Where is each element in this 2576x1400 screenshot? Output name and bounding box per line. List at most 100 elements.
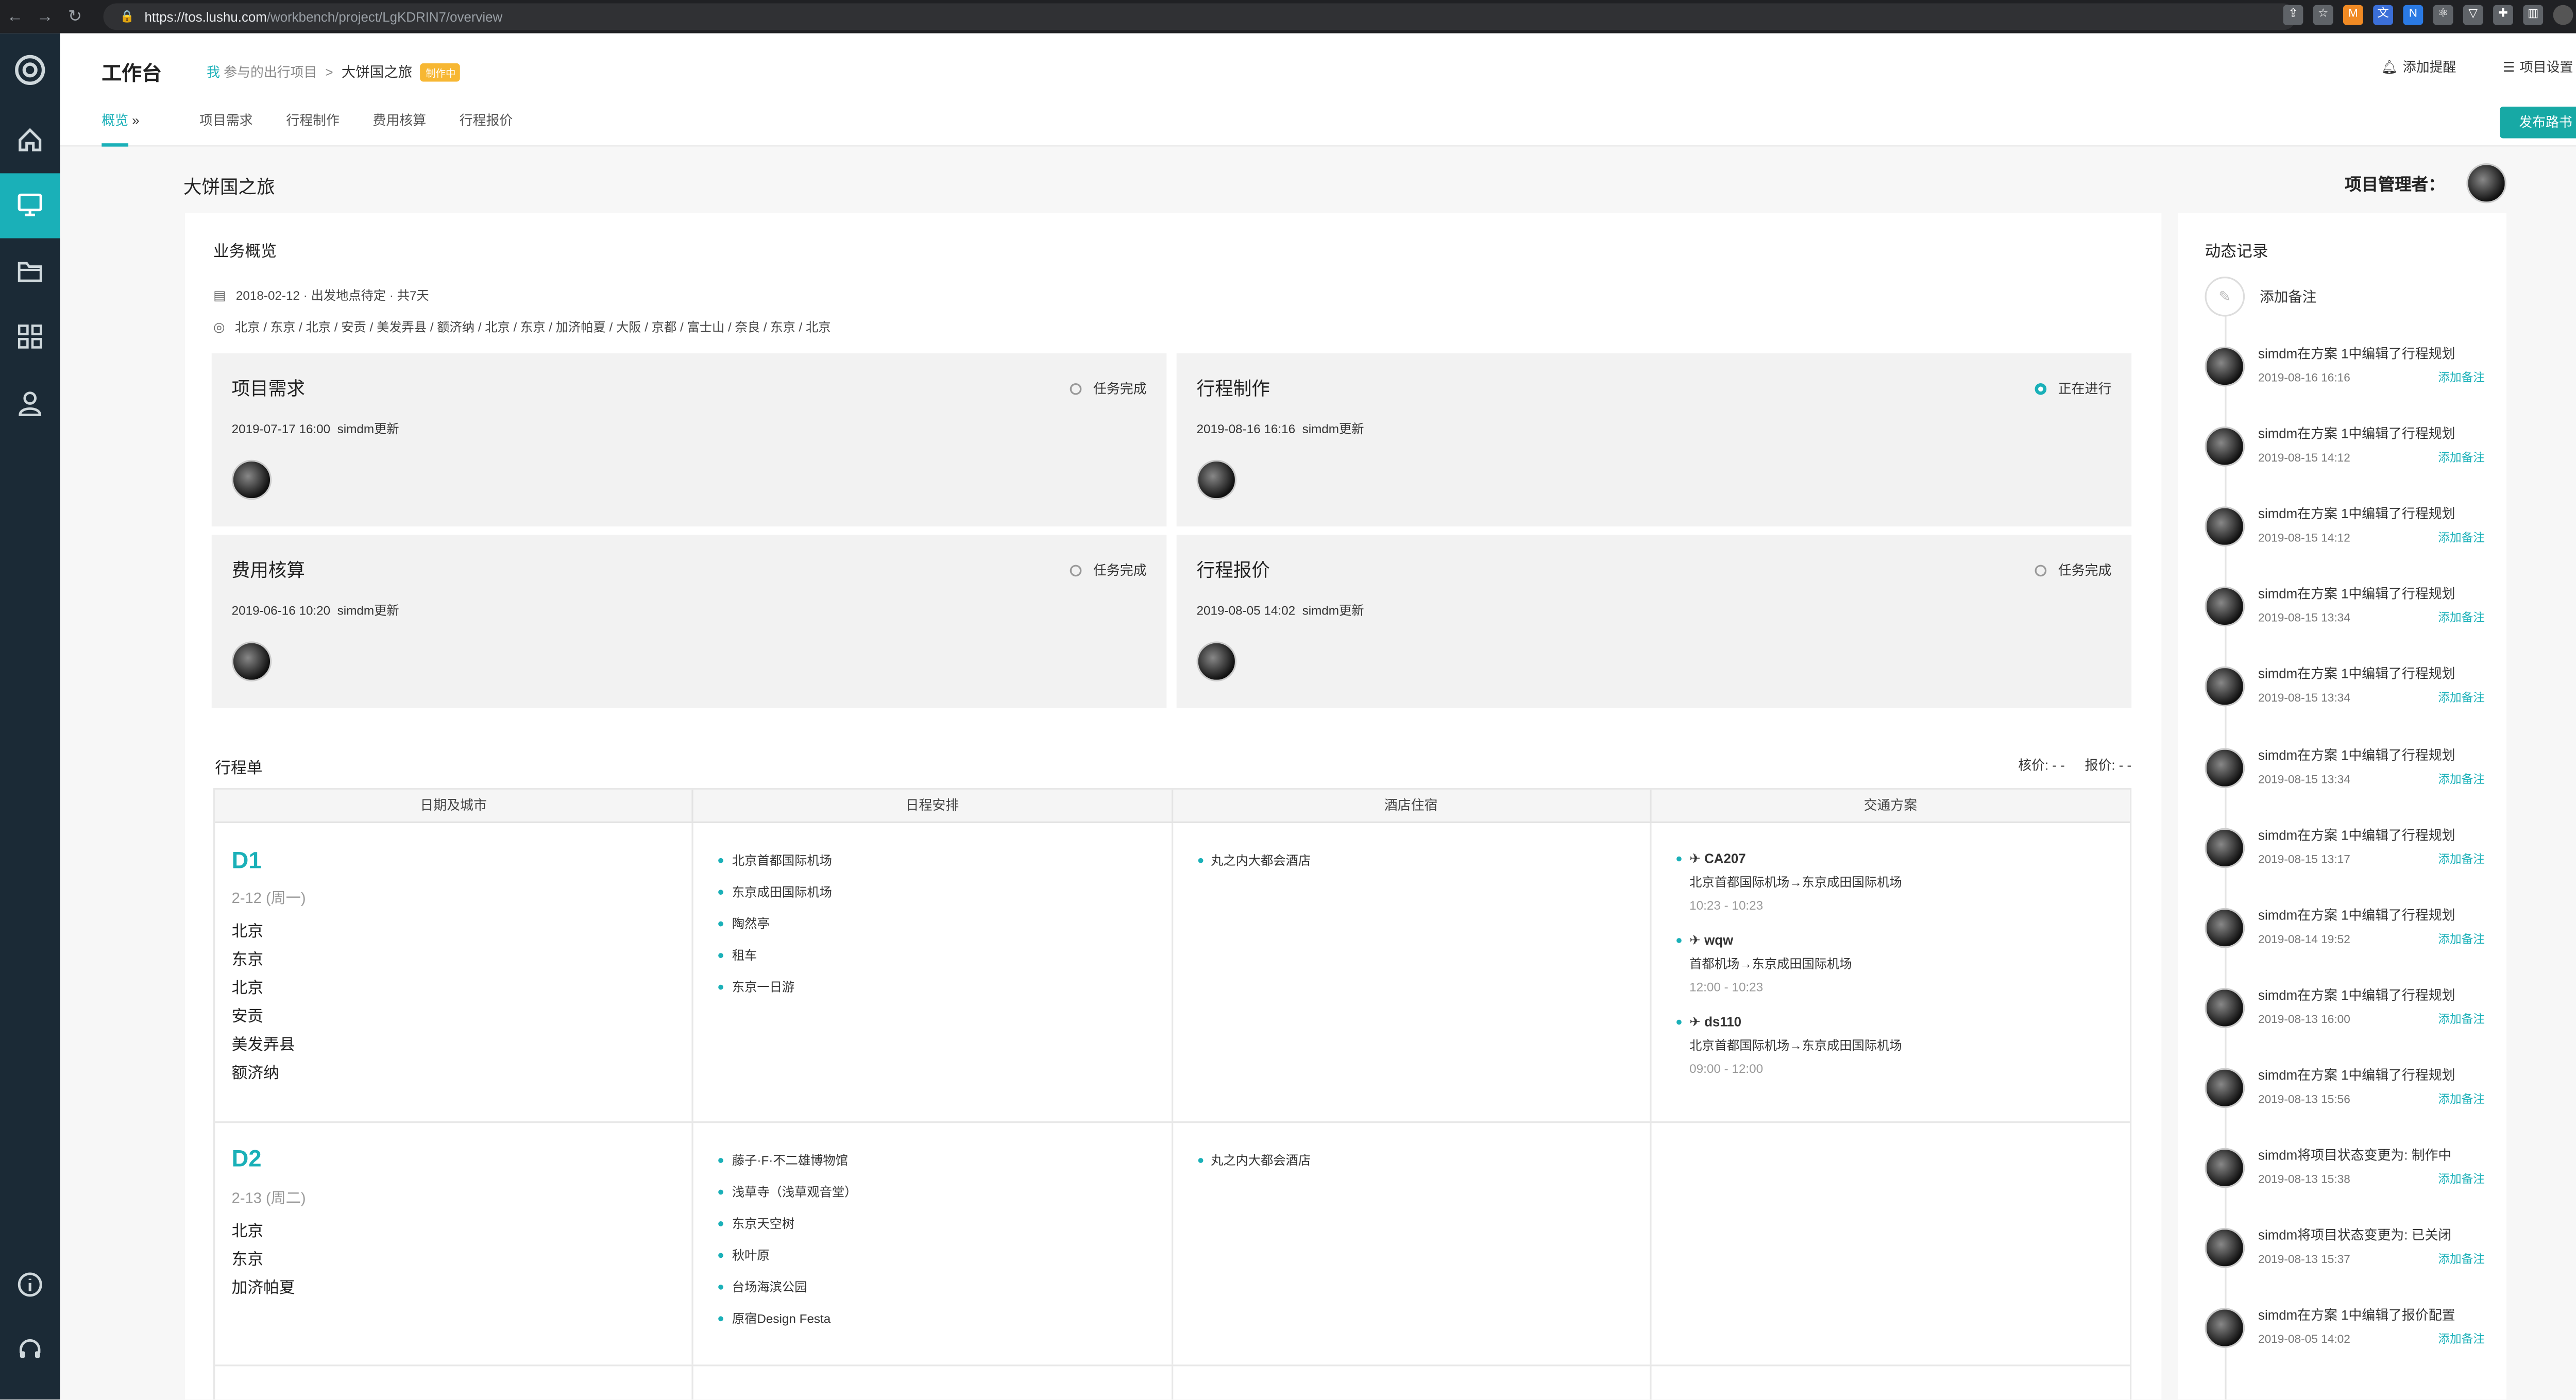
user-icon[interactable] bbox=[0, 370, 60, 436]
transport-item[interactable]: ✈ wqw 首都机场→东京成田国际机场 12:00 - 10:23 bbox=[1676, 933, 1852, 995]
add-note-link[interactable]: 添加备注 bbox=[2438, 931, 2485, 947]
add-note-link[interactable]: 添加备注 bbox=[2438, 771, 2485, 787]
sidepanel-icon[interactable]: ▥ bbox=[2523, 5, 2544, 25]
date-meta: ▤ 2018-02-12 · 出发地点待定 · 共7天 bbox=[213, 286, 429, 305]
transport-item[interactable]: ✈ ds110 北京首都国际机场→东京成田国际机场 09:00 - 12:00 bbox=[1676, 1015, 1902, 1077]
folder-icon[interactable] bbox=[0, 238, 60, 304]
add-note-link[interactable]: 添加备注 bbox=[2438, 690, 2485, 707]
list-item[interactable]: 丸之内大都会酒店 bbox=[1197, 851, 1311, 870]
tab-cost-accounting[interactable]: 费用核算 bbox=[373, 112, 427, 147]
list-item[interactable]: 丸之内大都会酒店 bbox=[1197, 1151, 1311, 1170]
flight-code: wqw bbox=[1704, 933, 1734, 948]
transport-item[interactable]: ✈ CA207 北京首都国际机场→东京成田国际机场 10:23 - 10:23 bbox=[1676, 851, 1902, 913]
transport-route: 北京首都国际机场→东京成田国际机场 bbox=[1689, 1038, 1902, 1053]
day-label: D1 bbox=[231, 846, 262, 873]
list-item[interactable]: 北京首都国际机场 bbox=[719, 851, 832, 870]
profile-icon[interactable] bbox=[2553, 5, 2573, 25]
table-row: D1 2-12 (周一) 北京 东京 北京 安贡 美发弄县 额济纳 北京首都国际… bbox=[215, 823, 2130, 1123]
list-item[interactable]: 藤子·F·不二雄博物馆 bbox=[719, 1151, 848, 1170]
extension-icon[interactable]: N bbox=[2403, 5, 2424, 25]
card-cost-accounting[interactable]: 费用核算 任务完成 2019-06-16 10:20 simdm更新 bbox=[211, 535, 1167, 708]
publish-button[interactable]: 发布路书 bbox=[2500, 107, 2576, 139]
activity-item: simdm在方案 1中编辑了行程规划 2019-08-15 14:12 添加备注 bbox=[2205, 425, 2495, 485]
add-note-link[interactable]: 添加备注 bbox=[2438, 1331, 2485, 1348]
card-title: 行程制作 bbox=[1196, 380, 1270, 400]
home-icon[interactable] bbox=[0, 107, 60, 173]
card-requirements[interactable]: 项目需求 任务完成 2019-07-17 16:00 simdm更新 bbox=[211, 353, 1167, 527]
headset-icon[interactable] bbox=[0, 1333, 60, 1367]
list-item[interactable]: 秋叶原 bbox=[719, 1247, 770, 1265]
transport-time: 10:23 - 10:23 bbox=[1689, 898, 1764, 913]
card-updated: 2019-06-16 10:20 simdm更新 bbox=[232, 602, 399, 620]
list-item[interactable]: 东京一日游 bbox=[719, 978, 794, 997]
card-itinerary-making[interactable]: 行程制作 正在进行 2019-08-16 16:16 simdm更新 bbox=[1176, 353, 2132, 527]
extension-icon[interactable]: ▽ bbox=[2463, 5, 2483, 25]
workbench-icon[interactable] bbox=[0, 172, 60, 238]
list-item[interactable]: 陶然亭 bbox=[719, 915, 770, 933]
day-city: 北京 bbox=[231, 980, 264, 998]
overview-title: 业务概览 bbox=[213, 243, 277, 262]
share-icon[interactable]: ⇪ bbox=[2283, 5, 2303, 25]
tab-overview[interactable]: 概览 » bbox=[101, 112, 140, 147]
reload-icon[interactable]: ↻ bbox=[60, 8, 90, 26]
list-item[interactable]: 东京成田国际机场 bbox=[719, 883, 832, 901]
add-note-link[interactable]: 添加备注 bbox=[2438, 450, 2485, 467]
info-icon[interactable] bbox=[0, 1268, 60, 1302]
add-note-link[interactable]: 添加备注 bbox=[2438, 530, 2485, 547]
breadcrumb-separator: > bbox=[325, 64, 333, 79]
project-settings-button[interactable]: ☰ 项目设置 bbox=[2503, 58, 2573, 77]
logo-icon[interactable] bbox=[0, 33, 60, 107]
activity-time: 2019-08-13 15:37 bbox=[2258, 1255, 2350, 1267]
list-item[interactable]: 浅草寺（浅草观音堂） bbox=[719, 1183, 857, 1202]
extension-icon[interactable]: 文 bbox=[2373, 5, 2394, 25]
list-item[interactable]: 东京天空树 bbox=[719, 1215, 794, 1233]
card-itinerary-quote[interactable]: 行程报价 任务完成 2019-08-05 14:02 simdm更新 bbox=[1176, 535, 2132, 708]
add-note-link[interactable]: 添加备注 bbox=[2438, 1252, 2485, 1268]
add-note-link[interactable]: 添加备注 bbox=[2438, 610, 2485, 627]
add-note-link[interactable]: 添加备注 bbox=[2438, 1011, 2485, 1028]
apps-grid-icon[interactable] bbox=[0, 304, 60, 370]
back-icon[interactable]: ← bbox=[0, 8, 30, 26]
activity-text: simdm在方案 1中编辑了行程规划 bbox=[2258, 1068, 2455, 1083]
list-item[interactable]: 租车 bbox=[719, 946, 757, 965]
breadcrumb-me[interactable]: 我 bbox=[207, 64, 220, 79]
add-note-link[interactable]: 添加备注 bbox=[2438, 370, 2485, 386]
overview-panel: 业务概览 ▤ 2018-02-12 · 出发地点待定 · 共7天 ◎ 北京 / 东京… bbox=[185, 213, 2162, 1400]
add-note-link[interactable]: 添加备注 bbox=[2438, 1171, 2485, 1188]
manager-avatar[interactable] bbox=[2466, 163, 2506, 203]
activity-time: 2019-08-13 15:38 bbox=[2258, 1174, 2350, 1187]
puzzle-icon[interactable]: ✚ bbox=[2493, 5, 2513, 25]
add-note-link[interactable]: 添加备注 bbox=[2438, 1091, 2485, 1107]
url-path: /workbench/project/LgKDRIN7/overview bbox=[266, 9, 503, 24]
hotel-cell: 丸之内大都会酒店 bbox=[1173, 823, 1651, 1121]
tab-itinerary-quote[interactable]: 行程报价 bbox=[460, 112, 513, 147]
star-icon[interactable]: ☆ bbox=[2313, 5, 2333, 25]
activity-time: 2019-08-15 13:34 bbox=[2258, 774, 2350, 786]
card-updated: 2019-08-05 14:02 simdm更新 bbox=[1197, 602, 1364, 620]
status-dot-icon bbox=[1070, 565, 1082, 577]
card-status: 任务完成 bbox=[1070, 561, 1147, 580]
add-reminder-button[interactable]: 🔔︎ 添加提醒 bbox=[2381, 58, 2456, 77]
browser-toolbar: ← → ↻ 🔒 https://tos.lushu.com/workbench/… bbox=[0, 0, 2576, 33]
tab-requirements[interactable]: 项目需求 bbox=[199, 112, 253, 147]
bell-icon: 🔔︎ bbox=[2381, 60, 2398, 75]
tab-itinerary-making[interactable]: 行程制作 bbox=[286, 112, 340, 147]
address-bar[interactable]: 🔒 https://tos.lushu.com/workbench/projec… bbox=[103, 3, 2297, 30]
activity-time: 2019-08-14 19:52 bbox=[2258, 934, 2350, 946]
card-updated-by: simdm更新 bbox=[1302, 421, 1364, 437]
card-status-label: 任务完成 bbox=[1093, 563, 1147, 578]
avatar bbox=[2205, 1228, 2245, 1268]
lock-icon: 🔒 bbox=[120, 11, 135, 24]
flight-code: CA207 bbox=[1704, 851, 1746, 867]
add-note-button[interactable]: ✎ 添加备注 bbox=[2205, 276, 2316, 317]
extension-icon[interactable]: M bbox=[2343, 5, 2363, 25]
activity-text: simdm在方案 1中编辑了行程规划 bbox=[2258, 587, 2455, 602]
extension-icon[interactable]: ⚛ bbox=[2433, 5, 2453, 25]
quote-value: 报价: - - bbox=[2084, 758, 2132, 773]
day-date: 2-13 (周二) bbox=[231, 1189, 306, 1206]
add-note-link[interactable]: 添加备注 bbox=[2438, 851, 2485, 867]
forward-icon[interactable]: → bbox=[30, 8, 60, 26]
breadcrumb-parent[interactable]: 参与的出行项目 bbox=[224, 64, 317, 79]
list-item[interactable]: 原宿Design Festa bbox=[719, 1309, 831, 1328]
list-item[interactable]: 台场海滨公园 bbox=[719, 1278, 807, 1296]
